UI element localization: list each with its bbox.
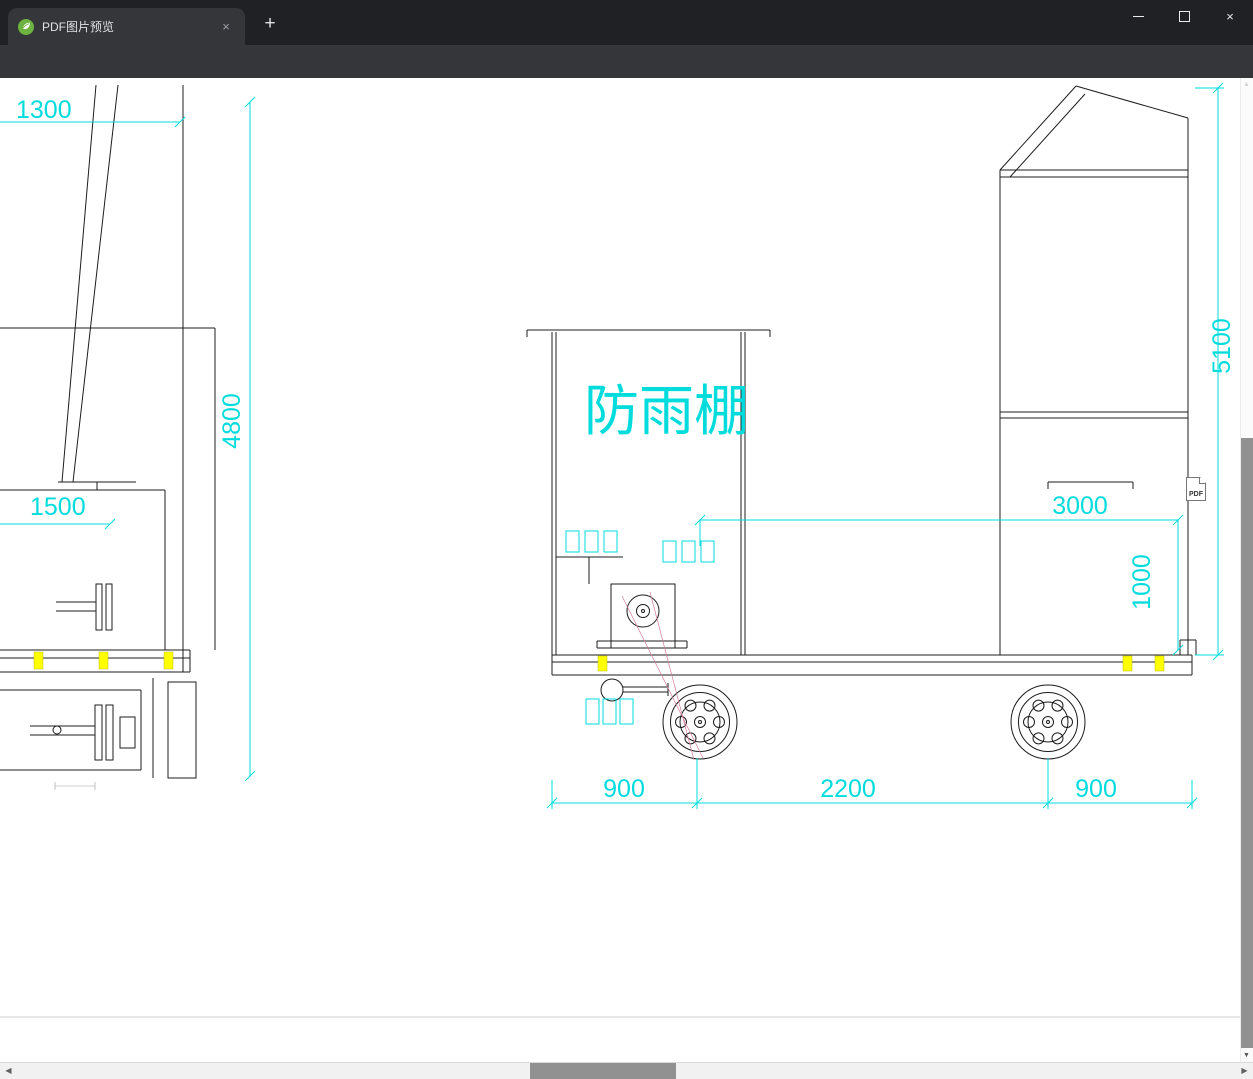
tab-title: PDF图片预览: [42, 20, 115, 34]
dim-label-1000: 1000: [1128, 554, 1156, 610]
browser-window: PDF图片预览 × + × ← → ↻ ⌂ i localhost:8012/o…: [0, 0, 1253, 1079]
new-tab-button[interactable]: +: [256, 10, 284, 38]
cad-drawing: 1300 1500 4800 防雨棚 900 2200 900 3000 100…: [0, 82, 1240, 1018]
dim-label-2200: 2200: [820, 775, 876, 803]
close-window-button[interactable]: ×: [1207, 0, 1253, 32]
scroll-down-icon[interactable]: ▼: [1240, 1049, 1253, 1062]
minimize-icon: [1132, 15, 1144, 17]
pdf-badge-label: PDF: [1189, 491, 1203, 498]
tab-strip: PDF图片预览 × + ×: [0, 0, 1253, 45]
horizontal-scrollbar-thumb[interactable]: [530, 1063, 676, 1079]
pdf-file-icon[interactable]: PDF: [1186, 477, 1206, 501]
tab-close-icon[interactable]: ×: [217, 18, 235, 36]
tiny-dimension-mark: [54, 782, 96, 790]
spring-leaf-favicon: [18, 18, 34, 35]
dim-label-3000: 3000: [1052, 492, 1108, 520]
maximize-icon: [1178, 10, 1190, 22]
construction-lines: [621, 591, 704, 761]
browser-toolbar: ← → ↻ ⌂ i localhost:8012/onlinePreview?u…: [0, 45, 1253, 120]
window-controls: ×: [1115, 0, 1253, 32]
dimension-labels: 1300 1500 4800 防雨棚 900 2200 900 3000 100…: [16, 96, 1236, 803]
vertical-scrollbar-thumb[interactable]: [1241, 438, 1253, 1048]
minimize-button[interactable]: [1115, 0, 1161, 32]
dwg-preview-page: 1300 1500 4800 防雨棚 900 2200 900 3000 100…: [0, 78, 1240, 1062]
scroll-left-icon[interactable]: ◀: [0, 1062, 17, 1079]
maximize-button[interactable]: [1161, 0, 1207, 32]
dim-label-900-right: 900: [1075, 775, 1117, 803]
dim-label-4800: 4800: [218, 393, 246, 449]
dim-label-1500: 1500: [30, 493, 86, 521]
dim-label-5100: 5100: [1208, 318, 1236, 374]
canopy-label: 防雨棚: [584, 380, 749, 442]
scroll-up-icon[interactable]: ▲: [1240, 78, 1253, 91]
dim-label-900-left: 900: [603, 775, 645, 803]
dim-label-1300: 1300: [16, 96, 72, 124]
scroll-right-icon[interactable]: ▶: [1236, 1062, 1253, 1079]
browser-tab[interactable]: PDF图片预览 ×: [8, 8, 245, 45]
